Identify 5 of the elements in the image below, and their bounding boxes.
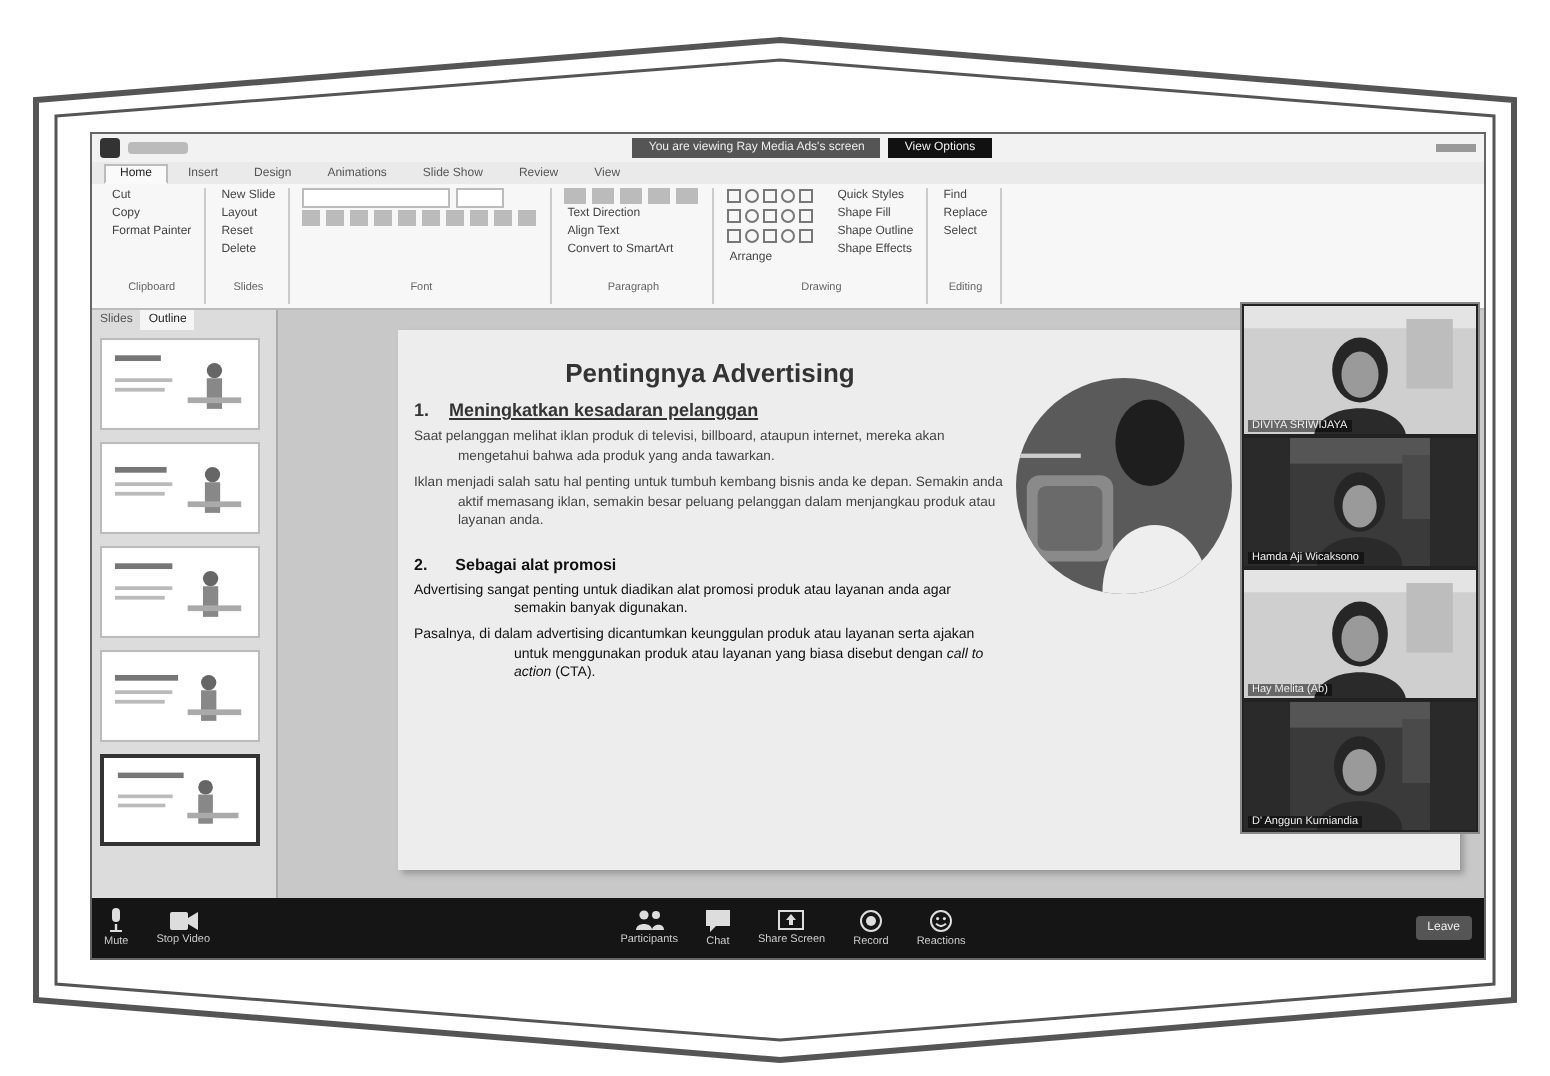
slide-heading: Meningkatkan kesadaran pelanggan <box>449 400 759 420</box>
slide-heading: Sebagai alat promosi <box>455 555 617 574</box>
list-number: 2. <box>414 555 428 574</box>
slide-title: Pentingnya Advertising <box>563 358 857 388</box>
list-number: 1. <box>414 400 430 420</box>
